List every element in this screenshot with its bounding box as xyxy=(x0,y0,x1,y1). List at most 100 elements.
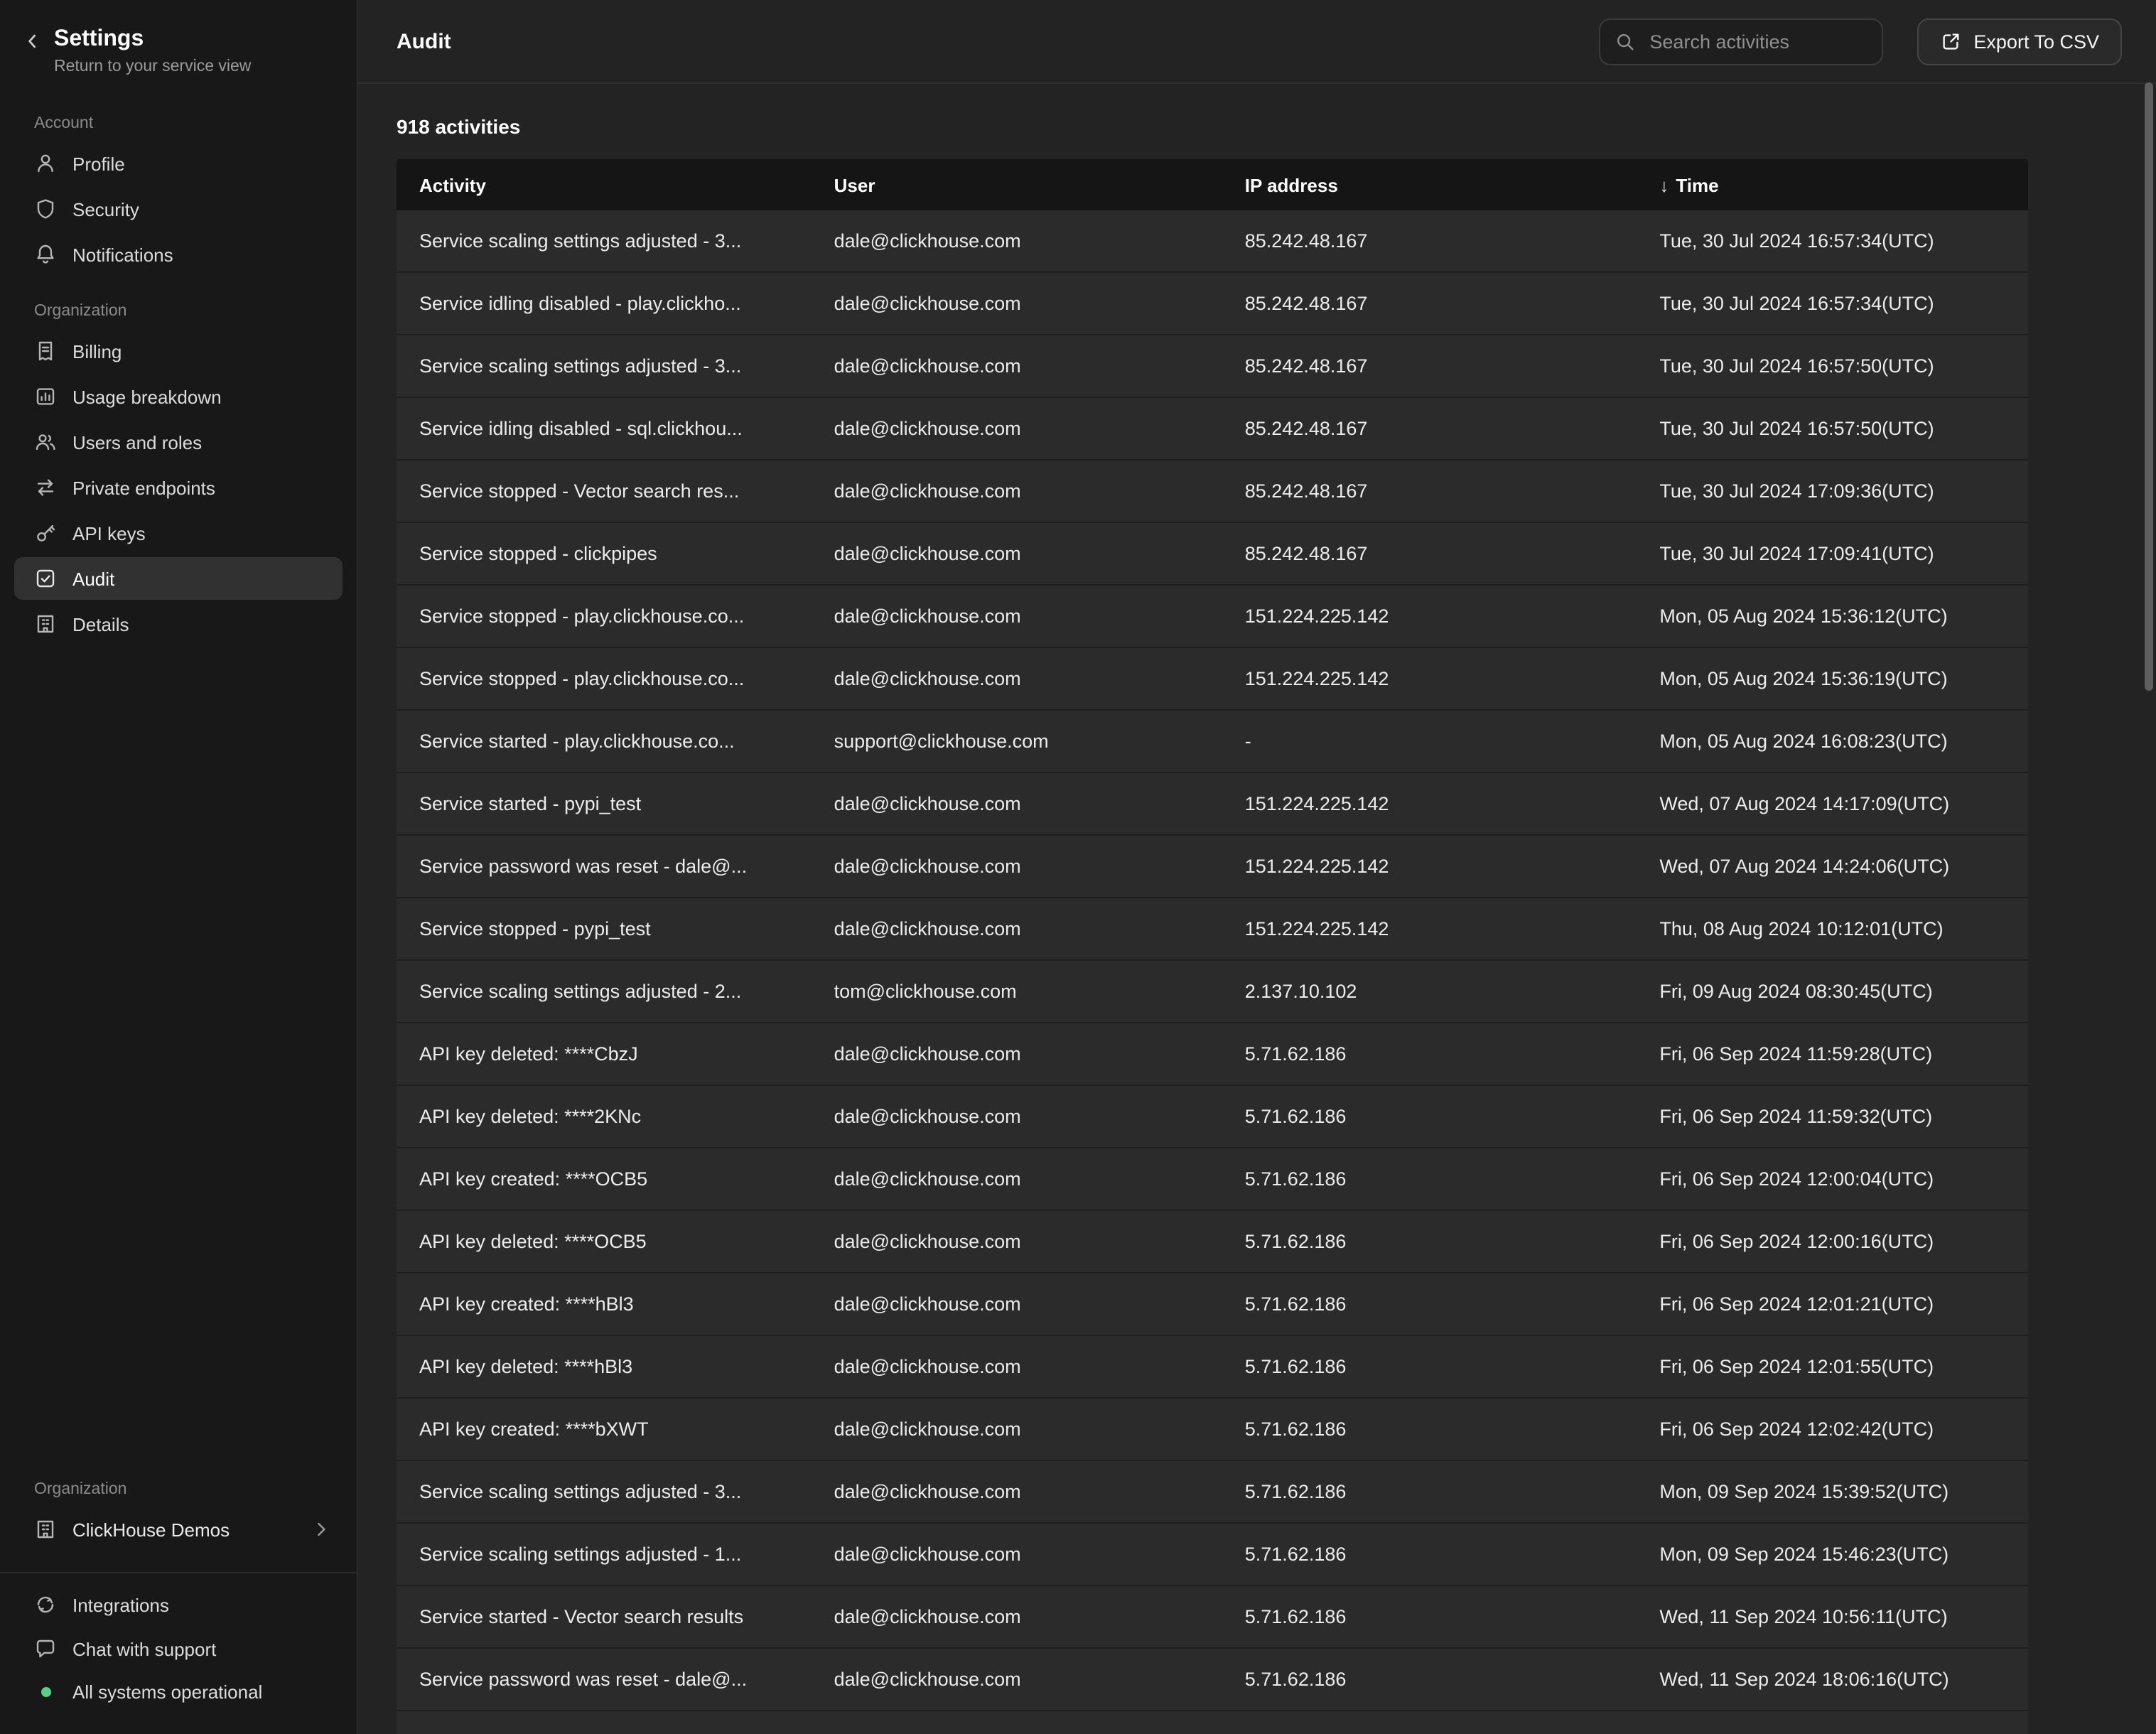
column-label: Activity xyxy=(419,174,486,195)
cell-activity: API key created: ****OCB5 xyxy=(397,1168,812,1190)
sidebar-item-details[interactable]: Details xyxy=(14,603,343,645)
sidebar-item-integrations[interactable]: Integrations xyxy=(14,1583,343,1626)
table-row[interactable]: Service idling disabled - sql.clickhou..… xyxy=(397,398,2028,461)
table-row[interactable]: Service stopped - pypi_test dale@clickho… xyxy=(397,898,2028,961)
cell-user: dale@clickhouse.com xyxy=(812,543,1222,564)
cell-time: Wed, 07 Aug 2024 14:24:06(UTC) xyxy=(1637,856,2028,877)
table-row[interactable]: Service started - pypi_test dale@clickho… xyxy=(397,773,2028,836)
sidebar-item-notifications[interactable]: Notifications xyxy=(14,233,343,276)
sort-descending-icon: ↓ xyxy=(1659,174,1669,195)
settings-sidebar: Settings Return to your service view Acc… xyxy=(0,0,358,1734)
back-chevron-icon[interactable] xyxy=(23,31,43,51)
return-to-service-link[interactable]: Return to your service view xyxy=(54,58,251,75)
organization-switcher[interactable]: ClickHouse Demos xyxy=(14,1508,343,1551)
sidebar-item-security[interactable]: Security xyxy=(14,188,343,230)
sidebar-item-billing[interactable]: Billing xyxy=(14,330,343,372)
table-row[interactable]: API key created: ****bXWT dale@clickhous… xyxy=(397,1399,2028,1461)
cell-activity: Service password was reset - dale@... xyxy=(397,1669,812,1690)
table-row[interactable]: Service stopped - observability-demo dal… xyxy=(397,1711,2028,1734)
table-row[interactable]: Service idling disabled - play.clickho..… xyxy=(397,273,2028,335)
search-input[interactable] xyxy=(1646,29,1867,53)
cell-time: Mon, 05 Aug 2024 15:36:19(UTC) xyxy=(1637,668,2028,689)
table-row[interactable]: Service stopped - Vector search res... d… xyxy=(397,461,2028,523)
table-row[interactable]: Service stopped - play.clickhouse.co... … xyxy=(397,648,2028,711)
cell-ip-address: 5.71.62.186 xyxy=(1222,1293,1637,1315)
cell-user: dale@clickhouse.com xyxy=(812,1418,1222,1440)
search-box[interactable] xyxy=(1598,18,1882,65)
cell-ip-address: 151.224.225.142 xyxy=(1222,793,1637,814)
arrows-swap-icon xyxy=(34,476,57,499)
cell-time: Tue, 30 Jul 2024 16:57:50(UTC) xyxy=(1637,355,2028,377)
table-row[interactable]: API key deleted: ****2KNc dale@clickhous… xyxy=(397,1086,2028,1148)
cell-user: dale@clickhouse.com xyxy=(812,793,1222,814)
status-dot xyxy=(41,1687,50,1697)
sidebar-item-profile[interactable]: Profile xyxy=(14,142,343,185)
cell-user: dale@clickhouse.com xyxy=(812,1544,1222,1565)
cell-ip-address: 2.137.10.102 xyxy=(1222,981,1637,1002)
sidebar-item-api-keys[interactable]: API keys xyxy=(14,512,343,554)
sidebar-item-private-endpoints[interactable]: Private endpoints xyxy=(14,466,343,509)
export-csv-button[interactable]: Export To CSV xyxy=(1917,18,2122,65)
table-row[interactable]: Service scaling settings adjusted - 1...… xyxy=(397,1524,2028,1586)
cell-time: Wed, 11 Sep 2024 18:06:16(UTC) xyxy=(1637,1669,2028,1690)
cell-time: Wed, 11 Sep 2024 10:56:11(UTC) xyxy=(1637,1606,2028,1627)
cell-time: Fri, 06 Sep 2024 12:01:21(UTC) xyxy=(1637,1293,2028,1315)
audit-check-icon xyxy=(34,567,57,590)
table-row[interactable]: Service stopped - play.clickhouse.co... … xyxy=(397,586,2028,648)
sidebar-item-label: API keys xyxy=(72,522,146,544)
column-header-user[interactable]: User xyxy=(812,174,1222,195)
page-title: Audit xyxy=(397,29,451,53)
table-row[interactable]: API key deleted: ****OCB5 dale@clickhous… xyxy=(397,1211,2028,1273)
cell-user: dale@clickhouse.com xyxy=(812,1231,1222,1252)
person-icon xyxy=(34,152,57,175)
table-row[interactable]: Service password was reset - dale@... da… xyxy=(397,836,2028,898)
table-row[interactable]: API key deleted: ****CbzJ dale@clickhous… xyxy=(397,1023,2028,1086)
status-label: All systems operational xyxy=(72,1681,262,1703)
cell-activity: Service stopped - clickpipes xyxy=(397,543,812,564)
table-row[interactable]: Service scaling settings adjusted - 3...… xyxy=(397,1461,2028,1524)
cell-activity: Service idling disabled - play.clickho..… xyxy=(397,293,812,314)
cell-user: dale@clickhouse.com xyxy=(812,1293,1222,1315)
table-row[interactable]: API key created: ****hBl3 dale@clickhous… xyxy=(397,1273,2028,1336)
table-row[interactable]: API key created: ****OCB5 dale@clickhous… xyxy=(397,1148,2028,1211)
scrollbar-thumb[interactable] xyxy=(2145,82,2153,691)
chevron-right-icon xyxy=(311,1519,331,1539)
sidebar-item-chat-support[interactable]: Chat with support xyxy=(14,1627,343,1670)
sidebar-footer: Integrations Chat with support All syste… xyxy=(0,1582,357,1734)
cell-time: Mon, 09 Sep 2024 15:46:23(UTC) xyxy=(1637,1544,2028,1565)
column-header-activity[interactable]: Activity xyxy=(397,174,812,195)
cell-time: Tue, 30 Jul 2024 17:09:41(UTC) xyxy=(1637,543,2028,564)
table-row[interactable]: Service scaling settings adjusted - 3...… xyxy=(397,335,2028,398)
cell-ip-address: 5.71.62.186 xyxy=(1222,1481,1637,1502)
sidebar-item-label: Notifications xyxy=(72,244,173,265)
cell-user: tom@clickhouse.com xyxy=(812,981,1222,1002)
app-window: Settings Return to your service view Acc… xyxy=(0,0,2156,1734)
cell-activity: API key deleted: ****OCB5 xyxy=(397,1231,812,1252)
cell-user: dale@clickhouse.com xyxy=(812,230,1222,252)
table-row[interactable]: Service password was reset - dale@... da… xyxy=(397,1649,2028,1711)
cell-time: Fri, 06 Sep 2024 12:00:04(UTC) xyxy=(1637,1168,2028,1190)
sidebar-item-audit[interactable]: Audit xyxy=(14,557,343,600)
column-header-time[interactable]: ↓ Time xyxy=(1637,174,2028,195)
system-status[interactable]: All systems operational xyxy=(14,1671,343,1713)
cell-activity: Service scaling settings adjusted - 1... xyxy=(397,1544,812,1565)
cell-ip-address: 85.242.48.167 xyxy=(1222,418,1637,439)
table-row[interactable]: API key deleted: ****hBl3 dale@clickhous… xyxy=(397,1336,2028,1399)
table-row[interactable]: Service scaling settings adjusted - 2...… xyxy=(397,961,2028,1023)
cell-activity: Service stopped - observability-demo xyxy=(397,1731,812,1734)
sidebar-item-usage-breakdown[interactable]: Usage breakdown xyxy=(14,375,343,418)
table-row[interactable]: Service stopped - clickpipes dale@clickh… xyxy=(397,523,2028,586)
export-icon xyxy=(1939,31,1961,52)
column-header-ip[interactable]: IP address xyxy=(1222,174,1637,195)
table-row[interactable]: Service started - play.clickhouse.co... … xyxy=(397,711,2028,773)
column-label: IP address xyxy=(1245,174,1338,195)
table-row[interactable]: Service scaling settings adjusted - 3...… xyxy=(397,210,2028,273)
shield-icon xyxy=(34,198,57,220)
table-row[interactable]: Service started - Vector search results … xyxy=(397,1586,2028,1649)
cell-ip-address: 85.242.48.167 xyxy=(1222,230,1637,252)
sidebar-item-label: Billing xyxy=(72,340,122,362)
sidebar-item-users-and-roles[interactable]: Users and roles xyxy=(14,421,343,463)
settings-title: Settings xyxy=(54,26,251,53)
cell-user: dale@clickhouse.com xyxy=(812,668,1222,689)
cell-ip-address: 85.242.48.167 xyxy=(1222,480,1637,502)
